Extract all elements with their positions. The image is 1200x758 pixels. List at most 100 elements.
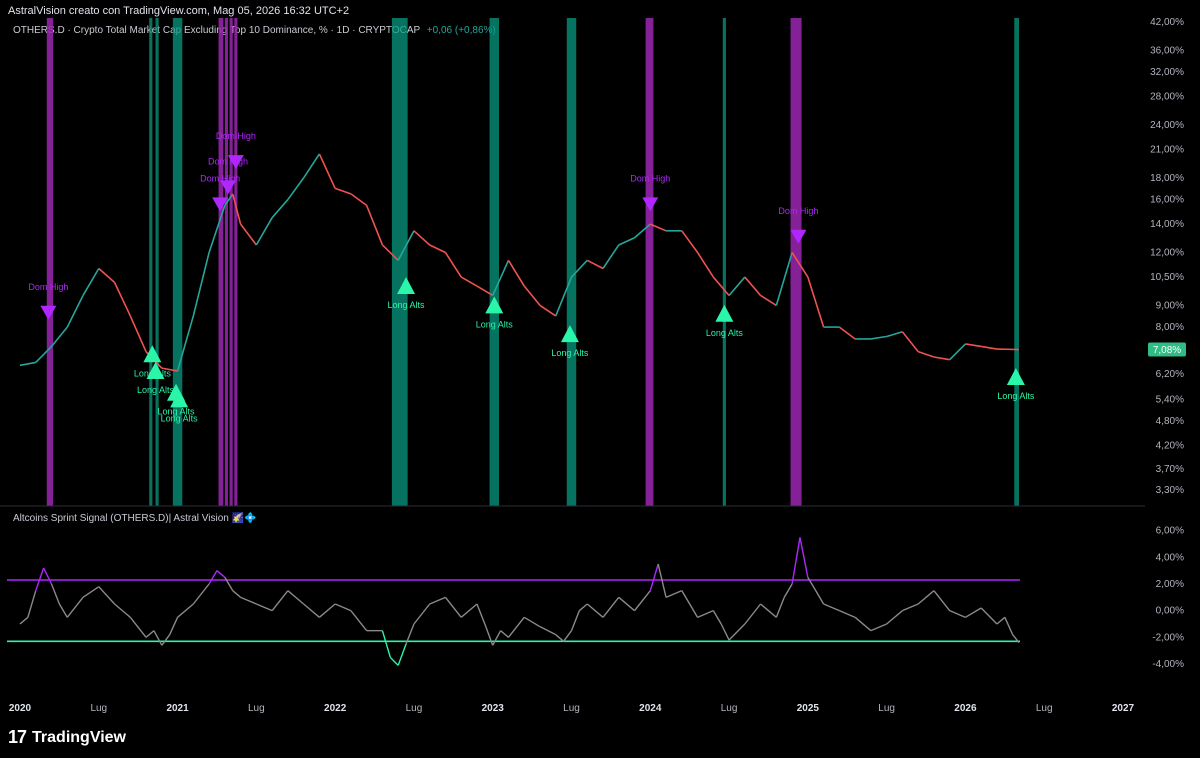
long-alts-label-10: Long Alts [551,348,589,358]
price-segment-64 [996,348,1020,351]
osc-segment-26 [303,603,320,618]
osc-segment-50 [586,603,604,618]
osc-segment-12 [145,630,155,638]
price-tick-14: 6,20% [1156,369,1184,380]
price-segment-4 [66,295,84,328]
long-alts-label-14: Long Alts [997,391,1035,401]
osc-segment-66 [791,537,801,585]
osc-segment-18 [208,570,218,585]
osc-segment-61 [728,623,746,641]
signal-band-8 [391,18,408,506]
price-series [19,153,1020,372]
time-tick-13: Lug [1036,703,1053,714]
price-segment-52 [807,276,825,328]
price-segment-5 [82,268,100,296]
dom-high-label-0: Dom High [28,282,68,292]
osc-segment-29 [350,610,368,632]
price-segment-27 [413,230,431,246]
price-segment-24 [365,205,384,246]
tradingview-logo-name: TradingView [32,728,126,746]
current-price-tag: 7,08% [1148,342,1186,357]
osc-segment-48 [570,610,581,631]
signal-band-14 [1014,18,1020,506]
long-alts-label-12: Long Alts [706,328,744,338]
long-alts-marker-9 [485,296,504,314]
osc-segment-60 [720,623,730,641]
signal-band-13 [790,18,802,506]
osc-segment-79 [965,607,982,618]
price-segment-19 [287,177,305,201]
long-alts-label-9: Long Alts [476,319,514,329]
osc-segment-15 [169,617,179,635]
osc-segment-5 [50,583,61,605]
dom-high-marker-0 [40,305,57,320]
osc-segment-17 [192,583,210,605]
osc-segment-31 [381,630,391,658]
osc-segment-6 [58,603,68,618]
price-segment-50 [775,252,793,306]
osc-segment-67 [799,537,809,578]
osc-segment-16 [177,603,194,618]
price-segment-1 [19,361,36,367]
price-tick-9: 12,00% [1150,247,1184,258]
osc-segment-14 [161,634,171,646]
osc-segment-82 [1004,617,1014,635]
time-tick-5: Lug [406,703,423,714]
osc-segment-75 [902,603,919,612]
price-tick-5: 21,00% [1150,145,1184,156]
signal-bands [46,18,1020,506]
signal-band-2 [155,18,159,506]
osc-segment-47 [563,630,573,642]
osc-segment-41 [492,630,502,646]
price-tick-18: 3,70% [1156,464,1184,475]
osc-segment-32 [389,656,399,666]
price-segment-60 [933,356,950,361]
price-segment-34 [523,285,541,306]
price-segment-18 [271,199,289,219]
indicator-legend[interactable]: Altcoins Sprint Signal (OTHERS.D)| Astra… [13,513,257,524]
time-tick-4: 2022 [324,703,347,714]
price-segment-28 [429,244,446,254]
price-segment-46 [712,276,730,296]
osc-segment-22 [240,596,257,605]
price-segment-48 [744,276,762,296]
price-segment-20 [302,153,321,179]
osc-segment-2 [27,590,37,618]
time-tick-10: 2025 [797,703,820,714]
osc-segment-25 [287,590,305,605]
price-tick-2: 32,00% [1150,67,1184,78]
price-segment-56 [870,335,887,340]
dom-high-label-7: Dom High [216,131,256,141]
osc-segment-73 [870,623,887,632]
osc-segment-33 [397,643,407,666]
price-segment-63 [981,345,998,350]
dom-high-label-13: Dom High [778,206,818,216]
price-segment-12 [192,252,210,317]
price-segment-44 [681,230,699,253]
osc-segment-38 [460,603,478,618]
osc-segment-69 [815,590,825,605]
time-tick-3: Lug [248,703,265,714]
long-alts-marker-12 [715,304,734,322]
osc-segment-59 [712,610,722,625]
price-segment-39 [602,244,620,269]
time-axis: 2020 Lug 2021 Lug 2022 Lug 2023 Lug 2024 Lug 2025 L… [9,703,1135,714]
oscillator-series [19,537,1020,666]
tradingview-logo[interactable]: 17 TradingView [8,727,126,748]
price-tick-12: 8,00% [1156,322,1184,333]
price-segment-7 [113,282,132,317]
signal-band-4 [218,18,224,506]
price-segment-16 [239,223,257,246]
chart-canvas[interactable]: Dom High Long Alts Long Alts Long Alts Long … [0,0,1200,758]
price-segment-33 [507,259,525,287]
osc-segment-43 [507,616,525,638]
osc-segment-11 [129,616,147,638]
osc-segment-65 [783,583,793,598]
price-segment-6 [98,267,116,283]
osc-segment-70 [823,603,840,612]
price-segment-30 [460,276,478,287]
signal-band-10 [566,18,577,506]
price-segment-54 [838,326,856,340]
long-alts-label-2: Long Alts [137,385,175,395]
price-tick-17: 4,20% [1156,441,1184,452]
